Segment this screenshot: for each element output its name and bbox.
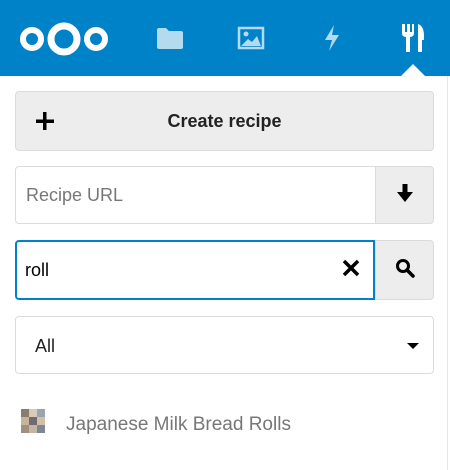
nav-files[interactable] <box>150 18 190 58</box>
search-icon <box>395 258 415 283</box>
clear-search-button[interactable] <box>341 259 361 282</box>
recipe-thumbnail <box>21 409 45 433</box>
recipe-list-item[interactable]: Japanese Milk Bread Rolls <box>15 400 434 450</box>
nav-photos[interactable] <box>231 18 271 58</box>
recipe-url-input[interactable] <box>15 166 375 224</box>
close-icon <box>342 259 360 282</box>
download-recipe-button[interactable] <box>375 166 434 224</box>
fork-knife-icon <box>399 22 427 54</box>
folder-icon <box>156 26 184 50</box>
create-recipe-label: Create recipe <box>167 111 282 131</box>
nav-cookbook[interactable] <box>393 18 433 58</box>
image-icon <box>237 26 265 50</box>
search-input[interactable] <box>17 242 327 298</box>
nextcloud-logo-icon[interactable] <box>17 22 111 56</box>
app-header <box>0 0 450 76</box>
category-selected-value: All <box>35 336 56 356</box>
sidebar-divider <box>447 76 448 470</box>
create-recipe-button[interactable]: Create recipe <box>15 91 434 151</box>
download-arrow-icon <box>395 182 415 209</box>
nav-activity[interactable] <box>312 18 352 58</box>
lightning-icon <box>322 24 342 52</box>
active-nav-indicator <box>401 64 425 76</box>
category-select[interactable]: All <box>15 316 434 374</box>
chevron-down-icon <box>407 343 419 349</box>
search-button[interactable] <box>375 240 434 300</box>
search-field[interactable] <box>15 240 375 300</box>
recipe-title: Japanese Milk Bread Rolls <box>66 414 291 435</box>
